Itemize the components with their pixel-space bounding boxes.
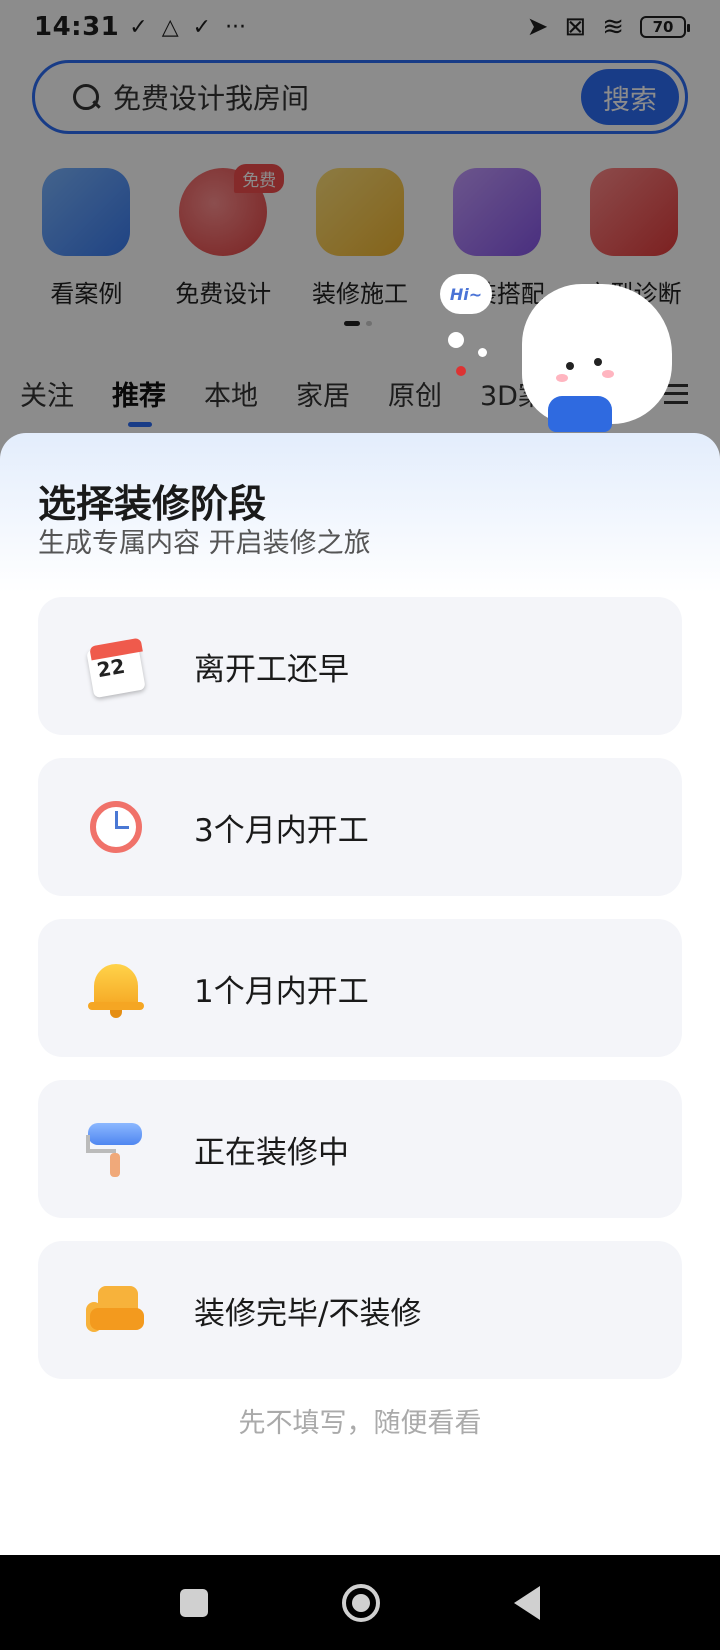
system-nav-bar xyxy=(0,1555,720,1650)
option-within-3-months[interactable]: 3个月内开工 xyxy=(38,758,682,896)
option-renovating[interactable]: 正在装修中 xyxy=(38,1080,682,1218)
mascot: Hi~ xyxy=(440,270,680,450)
sheet-subtitle: 生成专属内容 开启装修之旅 xyxy=(38,528,371,559)
option-within-1-month[interactable]: 1个月内开工 xyxy=(38,919,682,1057)
recents-button[interactable] xyxy=(180,1588,208,1617)
sofa-icon xyxy=(84,1278,148,1342)
home-button[interactable] xyxy=(342,1583,380,1622)
bell-icon xyxy=(84,956,148,1020)
stage-options: 22 离开工还早 3个月内开工 1个月内开工 正在装修中 装修完毕/不装修 xyxy=(38,597,682,1402)
option-label: 1个月内开工 xyxy=(194,973,369,1010)
clock-icon xyxy=(84,795,148,859)
option-finished[interactable]: 装修完毕/不装修 xyxy=(38,1241,682,1379)
notification-dot xyxy=(456,366,466,376)
skip-link[interactable]: 先不填写，随便看看 xyxy=(0,1401,720,1440)
sheet-title: 选择装修阶段 xyxy=(38,482,267,526)
option-label: 3个月内开工 xyxy=(194,812,369,849)
greeting-bubble: Hi~ xyxy=(440,274,492,314)
stage-selection-sheet: 选择装修阶段 生成专属内容 开启装修之旅 22 离开工还早 3个月内开工 1个月… xyxy=(0,433,720,1555)
calendar-icon: 22 xyxy=(84,634,148,699)
paint-roller-icon xyxy=(84,1117,148,1181)
option-label: 离开工还早 xyxy=(194,651,349,688)
option-label: 装修完毕/不装修 xyxy=(194,1295,422,1332)
back-button[interactable] xyxy=(514,1585,540,1620)
option-not-started[interactable]: 22 离开工还早 xyxy=(38,597,682,735)
option-label: 正在装修中 xyxy=(194,1134,349,1171)
